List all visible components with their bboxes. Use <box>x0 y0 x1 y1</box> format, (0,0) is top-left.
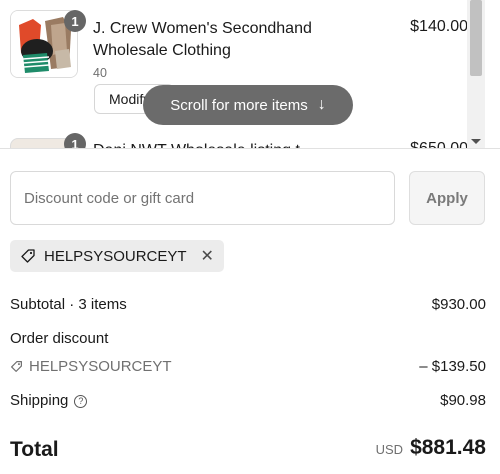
shipping-label-wrap: Shipping? <box>10 392 88 409</box>
order-discount-value: – $139.50 <box>419 358 486 375</box>
help-icon[interactable]: ? <box>74 394 88 408</box>
divider <box>0 148 500 149</box>
item-title: Dani NWT Wholesale listing t <box>93 140 383 148</box>
item-price: $140.00 <box>410 18 468 35</box>
tag-icon <box>11 361 22 372</box>
close-icon[interactable]: ✕ <box>201 246 214 266</box>
quantity-badge: 1 <box>64 133 86 148</box>
scroll-for-more-button[interactable]: Scroll for more items ↓ <box>143 85 353 125</box>
total-amount: $881.48 <box>410 436 486 459</box>
apply-button[interactable]: Apply <box>409 171 485 225</box>
order-discount-code-row: HELPSYSOURCEYT – $139.50 <box>10 358 486 378</box>
applied-discount-chip: HELPSYSOURCEYT ✕ <box>10 240 224 272</box>
cart-scrollbar[interactable] <box>467 0 485 148</box>
arrow-down-icon: ↓ <box>317 96 326 113</box>
tag-icon <box>21 249 35 263</box>
shipping-label: Shipping <box>10 392 69 409</box>
order-discount-code: HELPSYSOURCEYT <box>10 358 172 375</box>
scroll-hint-label: Scroll for more items <box>170 96 308 114</box>
quantity-badge: 1 <box>64 10 86 32</box>
cart-item: 1 Dani NWT Wholesale listing t $650.00 <box>10 133 468 148</box>
shipping-value: $90.98 <box>440 392 486 409</box>
item-price: $650.00 <box>410 140 468 148</box>
item-title: J. Crew Women's Secondhand Wholesale Clo… <box>93 20 312 59</box>
total-label: Total <box>10 438 59 461</box>
order-discount-row: Order discount <box>10 330 486 350</box>
shipping-row: Shipping? $90.98 <box>10 392 486 412</box>
total-currency: USD <box>375 442 404 457</box>
total-amount-group: USD $881.48 <box>376 436 486 460</box>
subtotal-label: Subtotal · 3 items <box>10 296 127 313</box>
item-variant: 40 <box>93 66 107 80</box>
scrollbar-thumb[interactable] <box>470 0 482 76</box>
subtotal-value: $930.00 <box>431 296 486 313</box>
total-row: Total USD $881.48 <box>10 436 486 466</box>
applied-discount-code: HELPSYSOURCEYT <box>44 247 187 265</box>
cart-item-list[interactable]: 1 J. Crew Women's Secondhand Wholesale C… <box>0 0 486 148</box>
scroll-down-arrow-icon[interactable] <box>471 139 481 144</box>
discount-code-input[interactable] <box>10 171 395 225</box>
order-discount-label: Order discount <box>10 330 109 347</box>
subtotal-row: Subtotal · 3 items $930.00 <box>10 296 486 316</box>
order-discount-code-text: HELPSYSOURCEYT <box>29 358 172 375</box>
